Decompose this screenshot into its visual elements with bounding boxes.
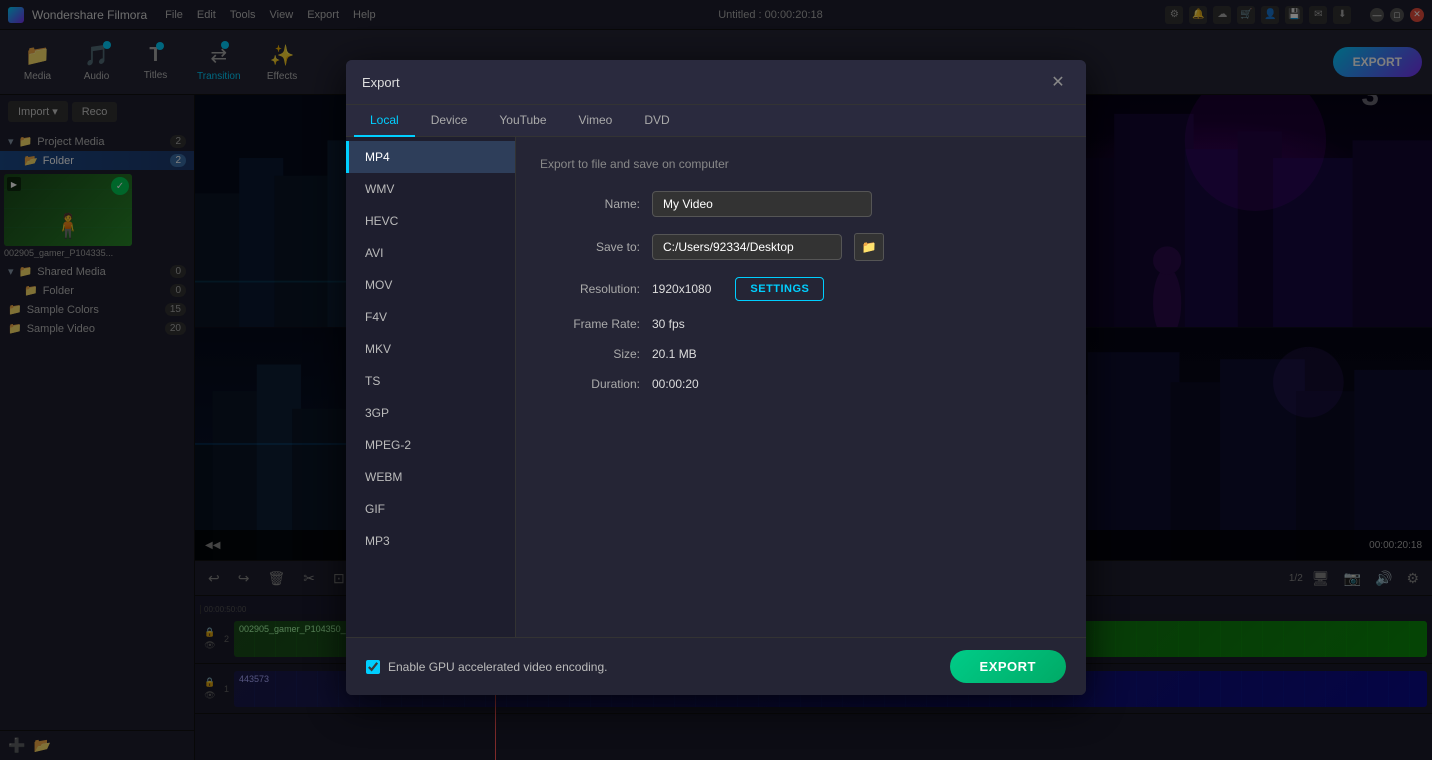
modal-settings: Export to file and save on computer Name… — [516, 137, 1086, 637]
format-avi[interactable]: AVI — [346, 237, 515, 269]
format-3gp[interactable]: 3GP — [346, 397, 515, 429]
tab-local[interactable]: Local — [354, 105, 415, 137]
format-mpeg2[interactable]: MPEG-2 — [346, 429, 515, 461]
duration-row: Duration: 00:00:20 — [540, 377, 1062, 391]
tab-youtube[interactable]: YouTube — [483, 105, 562, 137]
size-value: 20.1 MB — [652, 347, 697, 361]
modal-body: MP4 WMV HEVC AVI MOV F4V MKV TS 3GP MPEG… — [346, 137, 1086, 637]
name-row: Name: — [540, 191, 1062, 217]
name-label: Name: — [540, 197, 640, 211]
name-input[interactable] — [652, 191, 872, 217]
gpu-checkbox-input[interactable] — [366, 660, 380, 674]
resolution-label: Resolution: — [540, 282, 640, 296]
gpu-label-text: Enable GPU accelerated video encoding. — [388, 660, 607, 674]
format-hevc[interactable]: HEVC — [346, 205, 515, 237]
settings-description: Export to file and save on computer — [540, 157, 1062, 171]
modal-footer: Enable GPU accelerated video encoding. E… — [346, 637, 1086, 695]
export-modal: Export ✕ Local Device YouTube Vimeo DVD … — [346, 60, 1086, 695]
export-button[interactable]: EXPORT — [950, 650, 1066, 683]
duration-value: 00:00:20 — [652, 377, 699, 391]
resolution-value: 1920x1080 — [652, 282, 711, 296]
duration-label: Duration: — [540, 377, 640, 391]
modal-header: Export ✕ — [346, 60, 1086, 105]
tab-dvd[interactable]: DVD — [628, 105, 685, 137]
format-f4v[interactable]: F4V — [346, 301, 515, 333]
tab-vimeo[interactable]: Vimeo — [563, 105, 629, 137]
browse-folder-button[interactable]: 📁 — [854, 233, 884, 261]
tab-device[interactable]: Device — [415, 105, 484, 137]
format-mp4[interactable]: MP4 — [346, 141, 515, 173]
format-ts[interactable]: TS — [346, 365, 515, 397]
gpu-checkbox-label[interactable]: Enable GPU accelerated video encoding. — [366, 660, 607, 674]
format-gif[interactable]: GIF — [346, 493, 515, 525]
modal-title: Export — [362, 75, 400, 90]
format-webm[interactable]: WEBM — [346, 461, 515, 493]
settings-button[interactable]: SETTINGS — [735, 277, 824, 301]
modal-overlay: Export ✕ Local Device YouTube Vimeo DVD … — [0, 0, 1432, 760]
modal-tabs: Local Device YouTube Vimeo DVD — [346, 105, 1086, 137]
format-wmv[interactable]: WMV — [346, 173, 515, 205]
format-mov[interactable]: MOV — [346, 269, 515, 301]
save-to-input[interactable] — [652, 234, 842, 260]
frame-rate-row: Frame Rate: 30 fps — [540, 317, 1062, 331]
save-to-label: Save to: — [540, 240, 640, 254]
format-mkv[interactable]: MKV — [346, 333, 515, 365]
size-row: Size: 20.1 MB — [540, 347, 1062, 361]
frame-rate-value: 30 fps — [652, 317, 685, 331]
resolution-row: Resolution: 1920x1080 SETTINGS — [540, 277, 1062, 301]
size-label: Size: — [540, 347, 640, 361]
format-list: MP4 WMV HEVC AVI MOV F4V MKV TS 3GP MPEG… — [346, 137, 516, 637]
save-to-row: Save to: 📁 — [540, 233, 1062, 261]
format-mp3[interactable]: MP3 — [346, 525, 515, 557]
modal-close-button[interactable]: ✕ — [1046, 70, 1070, 94]
frame-rate-label: Frame Rate: — [540, 317, 640, 331]
